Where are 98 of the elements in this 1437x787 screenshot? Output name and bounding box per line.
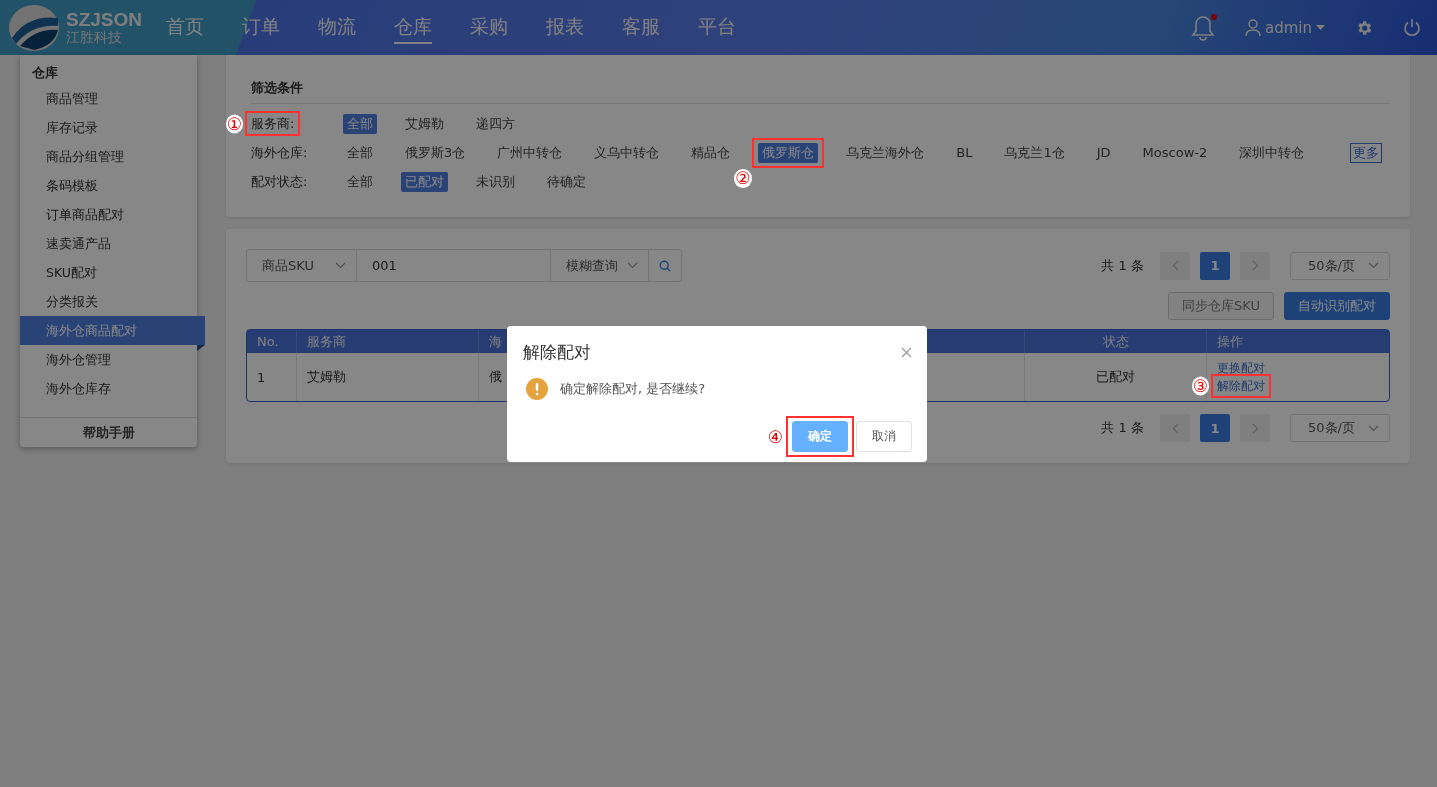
search-field[interactable]: 001 <box>357 249 551 282</box>
filter-label: 海外仓库: <box>251 144 308 161</box>
nav-item[interactable]: 平台 <box>698 11 736 44</box>
sidebar-item[interactable]: 库存记录 <box>20 113 197 142</box>
row-action-link[interactable]: 更换配对 <box>1217 360 1265 375</box>
filter-option[interactable]: JD <box>1092 144 1115 161</box>
filter-option[interactable]: 待确定 <box>543 171 590 192</box>
filter-option[interactable]: Moscow-2 <box>1138 144 1212 161</box>
annotation-frame <box>245 110 301 137</box>
search-icon <box>659 259 671 272</box>
sidebar-title: 仓库 <box>31 64 59 82</box>
help-link[interactable]: 帮助手册 <box>20 417 197 447</box>
prev-page-button[interactable] <box>1160 251 1190 280</box>
logo-subtitle: 江胜科技 <box>66 30 123 45</box>
page-size-select[interactable]: 50条/页 <box>1290 414 1390 442</box>
next-page-button[interactable] <box>1240 414 1270 442</box>
table-cell: 艾姆勒 <box>296 353 478 401</box>
dialog-button[interactable]: 取消 <box>856 421 912 452</box>
filter-option[interactable]: 乌克兰海外仓 <box>842 142 929 163</box>
nav-item[interactable]: 订单 <box>242 11 280 44</box>
close-icon <box>901 347 912 358</box>
page-size-select[interactable]: 50条/页 <box>1290 251 1390 280</box>
step-number: ① <box>225 114 243 133</box>
chevron-down-icon <box>1368 262 1379 269</box>
nav-item[interactable]: 物流 <box>318 11 356 44</box>
sidebar-item[interactable]: 海外仓库存 <box>20 374 197 403</box>
filter-option[interactable]: 义乌中转仓 <box>590 142 664 163</box>
chevron-right-icon <box>1251 260 1259 271</box>
more-button[interactable]: 更多 <box>1350 142 1382 163</box>
filter-option[interactable]: 广州中转仓 <box>493 142 567 163</box>
filter-option[interactable]: 全部 <box>343 171 377 192</box>
filter-title: 筛选条件 <box>251 79 1390 104</box>
logo-icon <box>8 3 60 52</box>
filter-option[interactable]: 精品仓 <box>687 142 735 163</box>
dialog-message: 确定解除配对, 是否继续? <box>560 380 706 398</box>
nav-item[interactable]: 报表 <box>546 11 584 44</box>
step-number: ② <box>734 168 752 188</box>
next-page-button[interactable] <box>1240 251 1270 280</box>
page-button[interactable]: 1 <box>1200 251 1230 280</box>
step-number: ③ <box>1191 376 1209 396</box>
filter-option[interactable]: 俄罗斯仓 <box>758 142 819 163</box>
filter-option[interactable]: 未识别 <box>472 171 519 192</box>
field-select[interactable]: 商品SKU <box>246 249 357 282</box>
chevron-down-icon <box>335 262 346 269</box>
column-header: 服务商 <box>296 330 478 353</box>
total-count: 共 1 条 <box>1101 256 1144 275</box>
sidebar-item[interactable]: 商品分组管理 <box>20 142 197 171</box>
chevron-right-icon <box>1251 422 1259 434</box>
filter-option[interactable]: 全部 <box>343 113 377 134</box>
sidebar-item[interactable]: 速卖通产品 <box>20 229 197 258</box>
nav-item[interactable]: 仓库 <box>394 11 432 44</box>
sidebar-item[interactable]: 海外仓管理 <box>20 345 197 374</box>
chevron-down-icon <box>627 262 638 269</box>
action-button[interactable]: 自动识别配对 <box>1284 292 1390 320</box>
sidebar-item[interactable]: 商品管理 <box>20 84 197 113</box>
annotation-frame <box>1211 374 1271 399</box>
filter-option[interactable]: 深圳中转仓 <box>1235 142 1309 163</box>
filter-option[interactable]: 全部 <box>343 142 377 163</box>
dialog-button[interactable]: 确定 <box>792 421 848 452</box>
nav-item[interactable]: 客服 <box>622 11 660 44</box>
user-icon <box>1245 19 1261 36</box>
filter-option[interactable]: 递四方 <box>472 113 519 134</box>
filter-label: 服务商: <box>251 115 295 132</box>
column-header: 操作 <box>1206 330 1389 353</box>
chevron-left-icon <box>1171 260 1179 271</box>
filter-option[interactable]: 已配对 <box>401 171 448 192</box>
row-action-link[interactable]: 解除配对 <box>1217 379 1265 394</box>
mode-select[interactable]: 模糊查询 <box>551 249 649 282</box>
bell-icon[interactable] <box>1191 14 1215 41</box>
filter-option[interactable]: 俄罗斯3仓 <box>401 142 470 163</box>
nav-item[interactable]: 采购 <box>470 11 508 44</box>
action-button[interactable]: 同步仓库SKU <box>1168 292 1274 320</box>
page-button[interactable]: 1 <box>1200 414 1230 442</box>
filter-option[interactable]: 艾姆勒 <box>401 113 448 134</box>
column-header: No. <box>247 330 296 353</box>
search-button[interactable] <box>649 249 682 282</box>
filter-label: 配对状态: <box>251 173 308 190</box>
filter-option[interactable]: 乌克兰1仓 <box>1000 142 1069 163</box>
sidebar-item[interactable]: SKU配对 <box>20 258 197 287</box>
user-menu[interactable]: admin <box>1245 18 1325 37</box>
filter-option[interactable]: BL <box>952 144 977 161</box>
chevron-left-icon <box>1171 422 1179 434</box>
chevron-down-icon <box>1368 424 1379 432</box>
sidebar-item[interactable]: 分类报关 <box>20 287 197 316</box>
prev-page-button[interactable] <box>1160 414 1190 442</box>
step-number: ④ <box>766 427 784 446</box>
total-count: 共 1 条 <box>1101 419 1144 437</box>
close-button[interactable] <box>901 347 912 358</box>
logo-name: SZJSON <box>66 10 143 31</box>
selection-pointer <box>197 345 205 351</box>
table-cell-text: 1 <box>256 368 267 387</box>
sidebar-item[interactable]: 订单商品配对 <box>20 200 197 229</box>
sidebar-item[interactable]: 条码模板 <box>20 171 197 200</box>
annotation-frame <box>786 416 854 457</box>
caret-icon <box>1316 25 1325 30</box>
power-icon[interactable] <box>1403 18 1421 37</box>
column-header: 状态 <box>1024 330 1206 353</box>
warning-icon <box>526 378 548 400</box>
